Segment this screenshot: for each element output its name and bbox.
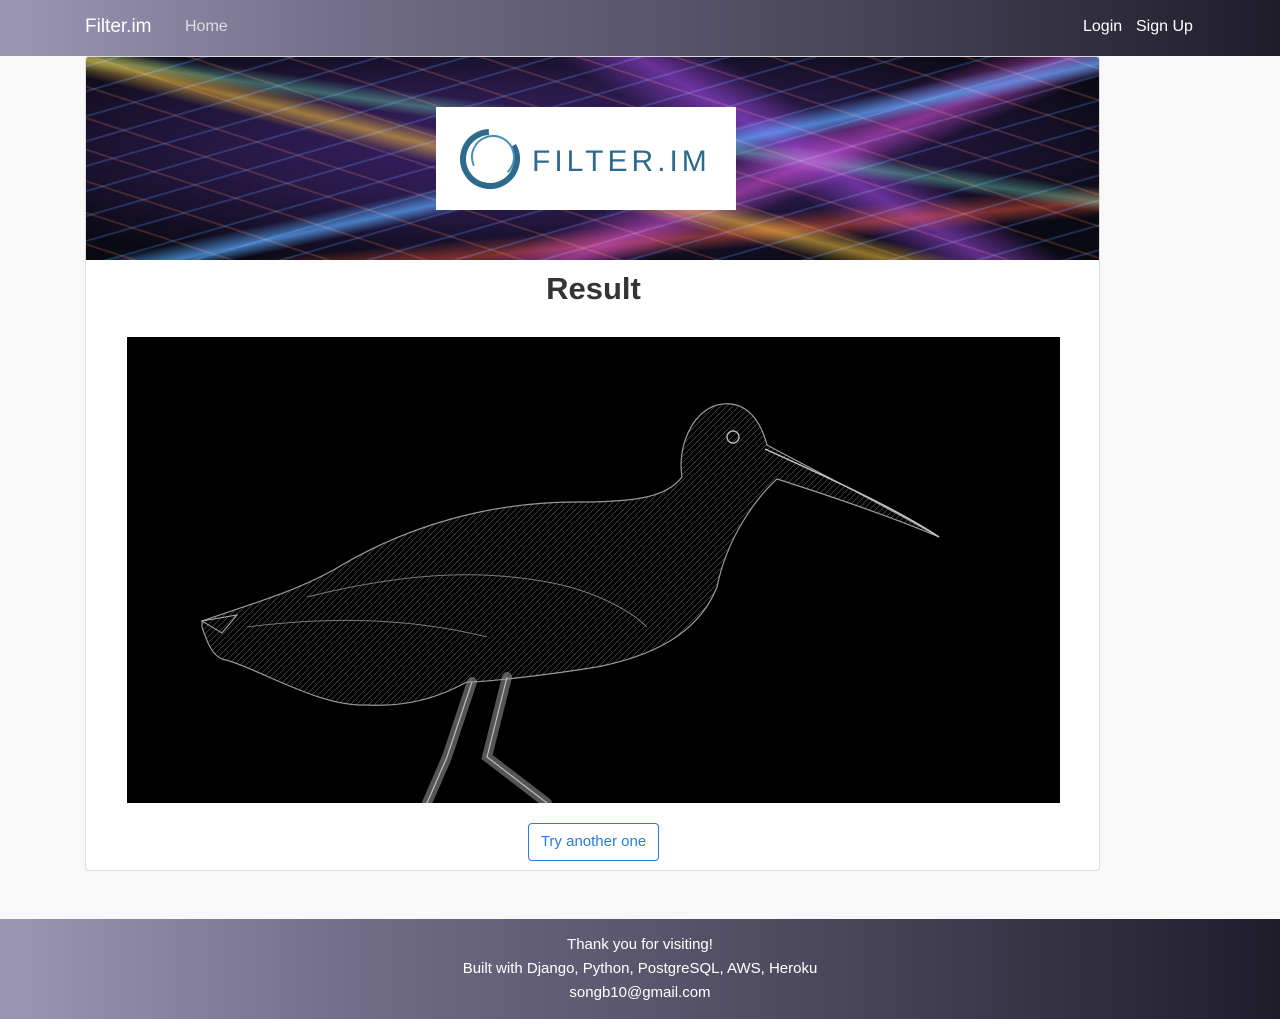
footer-email-link[interactable]: songb10@gmail.com [0,984,1280,1001]
logo-wordmark: FILTER.IM [532,145,711,178]
try-another-button[interactable]: Try another one [528,823,659,861]
brand-link[interactable]: Filter.im [85,16,152,38]
bird-edge-image [200,403,940,803]
footer-tech-stack-text: Built with Django, Python, PostgreSQL, A… [462,960,818,977]
site-footer: Thank you for visiting! Built with Djang… [0,919,1280,1019]
logo-graphic: FILTER.IM [460,129,711,189]
nav-signup-link[interactable]: Sign Up [1136,18,1193,36]
page-title: Result [546,271,641,306]
footer-thanks-text: Thank you for visiting! [567,936,713,953]
top-navbar: Filter.im Home Login Sign Up [0,0,1280,56]
site-logo: FILTER.IM [436,107,736,210]
nav-home-link[interactable]: Home [185,18,228,36]
hero-banner: FILTER.IM [86,57,1099,260]
nav-login-link[interactable]: Login [1083,18,1122,36]
filtered-result-image [127,337,1060,803]
result-card: FILTER.IM Result Try another one [85,56,1100,871]
